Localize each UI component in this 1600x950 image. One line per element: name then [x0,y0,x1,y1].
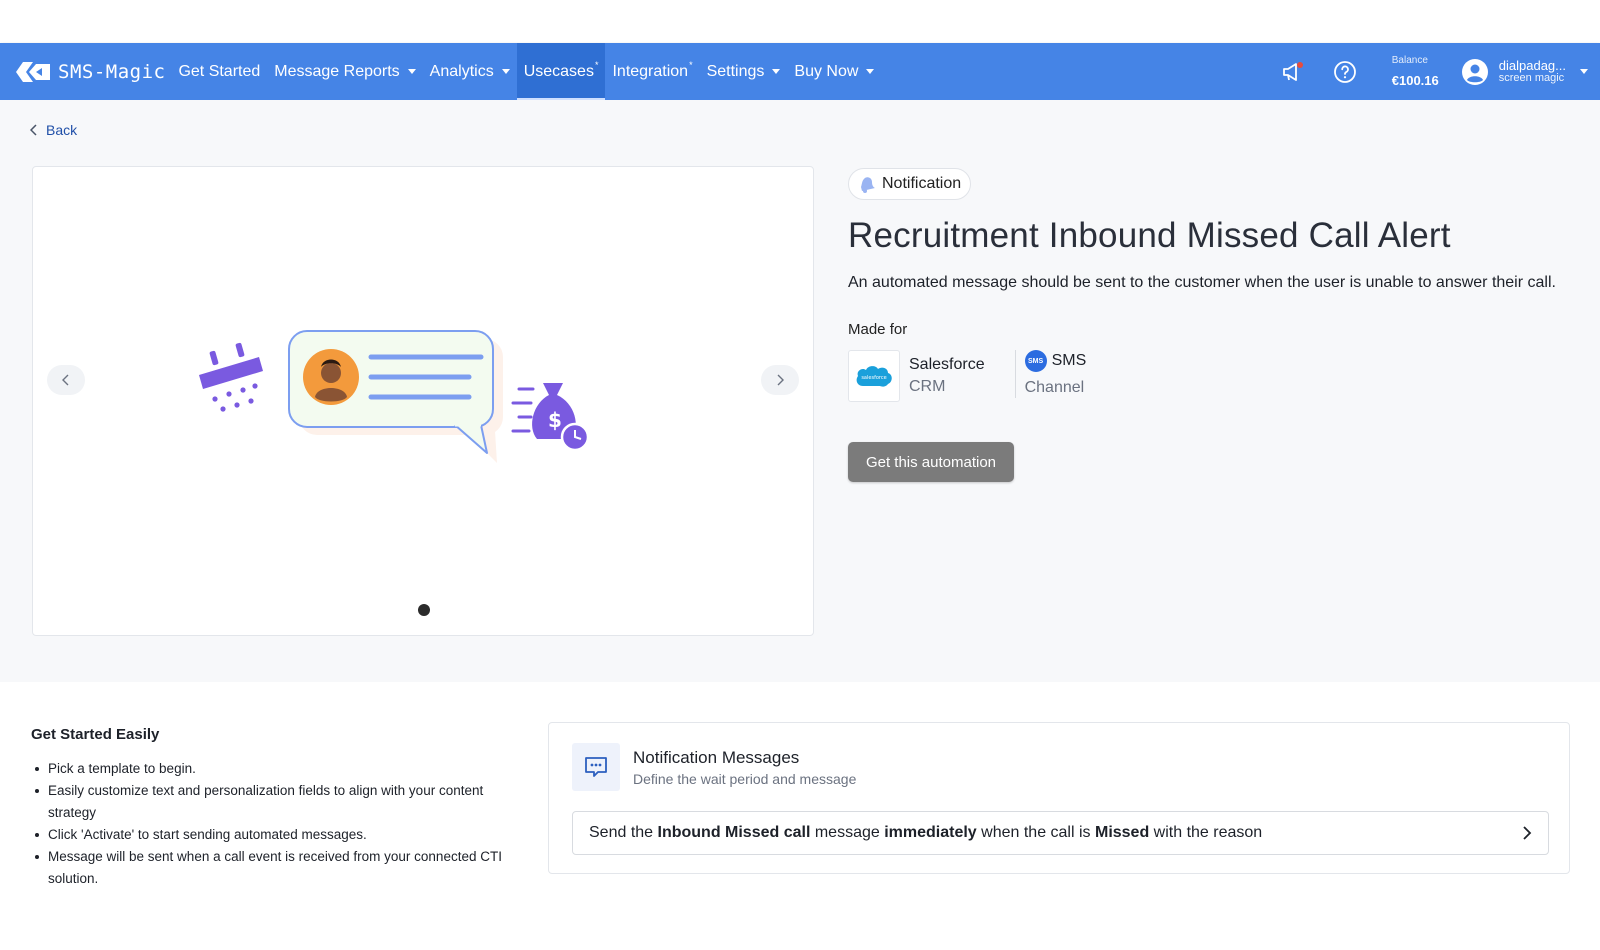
chat-bubble-illustration [288,330,503,463]
carousel-indicator-dot[interactable] [418,604,430,616]
bottom-section: Get Started Easily Pick a template to be… [0,682,1600,950]
list-item: Click 'Activate' to start sending automa… [35,824,528,846]
balance-label: Balance [1391,55,1428,66]
user-avatar-icon [1461,58,1488,85]
top-whitespace [0,0,1600,43]
bell-icon [861,177,875,193]
get-started-title: Get Started Easily [31,726,160,743]
chevron-left-icon [62,374,69,386]
chevron-right-icon [777,374,784,386]
nav-buy-now[interactable]: Buy Now [787,43,881,100]
carousel-prev-button[interactable] [47,365,85,395]
navbar-right: Balance €100.16 dialpadag... screen magi… [1276,43,1600,100]
brand-logo[interactable]: SMS-Magic [14,60,165,84]
calendar-icon [199,342,263,412]
channel-type: Channel [1024,379,1085,396]
chevron-left-icon [30,124,37,136]
message-config-row[interactable]: Send the Inbound Missed call message imm… [572,811,1549,855]
usecase-carousel: $ [32,166,814,636]
nav-get-started[interactable]: Get Started [171,43,267,100]
nav-integration[interactable]: Integration * [605,43,699,100]
list-item: Pick a template to begin. [35,758,528,780]
made-for-list: salesforce Salesforce CRM SMS SMS Channe… [848,350,1568,402]
sms-icon: SMS [1024,350,1047,372]
announcements-button[interactable] [1276,55,1310,89]
nav-analytics[interactable]: Analytics [423,43,517,100]
back-label: Back [46,122,78,138]
user-org: screen magic [1498,71,1565,84]
salesforce-logo-text: salesforce [861,375,886,381]
chevron-down-icon [1580,69,1588,74]
badge-label: Notification [882,175,962,192]
nav-label: Get Started [178,62,261,80]
card-subtitle: Define the wait period and message [633,771,857,787]
row-text-bold: Inbound Missed call [657,824,811,841]
nav-settings[interactable]: Settings [700,43,788,100]
top-navbar: SMS-Magic Get Started Message Reports An… [0,43,1600,100]
user-name: dialpadag... [1498,57,1566,73]
help-button[interactable] [1328,55,1362,89]
balance-value: €100.16 [1391,73,1439,88]
channel-item: SMS SMS Channel [1024,350,1087,402]
main-content: Back $ Notification Recruitment Inbound … [0,100,1600,682]
crm-type: CRM [909,378,946,395]
get-automation-button[interactable]: Get this automation [848,442,1014,482]
back-link[interactable]: Back [30,122,77,138]
balance-display: Balance €100.16 [1392,55,1439,88]
made-for-label: Made for [848,321,908,338]
crm-item: salesforce Salesforce CRM [848,350,985,402]
channel-name: SMS [1051,352,1087,369]
chevron-down-icon [772,69,781,74]
row-text: Send the [589,824,658,841]
list-item: Message will be sent when a call event i… [35,846,528,890]
nav-label: Integration [612,62,689,80]
nav-label: Analytics [429,62,494,80]
new-marker: * [594,59,599,70]
brand-name: SMS-Magic [58,60,166,83]
chevron-down-icon [866,69,875,74]
row-text-bold: Missed [1094,824,1150,841]
category-badge: Notification [848,168,972,200]
divider [1014,350,1016,398]
help-circle-icon [1333,60,1356,83]
get-started-list: Pick a template to begin. Easily customi… [35,758,528,890]
nav-label: Buy Now [794,62,859,80]
row-text: when the call is [976,824,1095,841]
nav-label: Settings [706,62,765,80]
new-marker: * [689,59,693,70]
chevron-right-icon [1523,826,1532,840]
nav-label: Usecases [523,62,594,80]
row-text: with the reason [1149,824,1263,841]
page-description: An automated message should be sent to t… [848,274,1556,291]
nav-message-reports[interactable]: Message Reports [267,43,422,100]
nav-label: Message Reports [274,62,400,80]
row-text-bold: immediately [884,824,977,841]
sms-magic-logo-icon [16,61,50,82]
usecase-details: Notification Recruitment Inbound Missed … [848,168,1568,482]
crm-name: Salesforce [909,356,985,373]
page-title: Recruitment Inbound Missed Call Alert [848,216,1451,255]
salesforce-logo-icon: salesforce [848,350,900,402]
list-item: Easily customize text and personalizatio… [35,780,528,824]
usecase-illustration: $ [199,330,590,463]
notification-messages-card: Notification Messages Define the wait pe… [548,722,1570,874]
row-text: message [810,824,885,841]
money-bag-icon: $ [511,383,590,452]
carousel-next-button[interactable] [761,365,799,395]
megaphone-icon [1282,61,1303,81]
chevron-down-icon [407,69,416,74]
chevron-down-icon [501,69,510,74]
card-title: Notification Messages [633,748,800,767]
user-menu[interactable]: dialpadag... screen magic [1461,58,1588,86]
svg-text:$: $ [548,408,562,432]
nav-usecases[interactable]: Usecases * [516,43,606,100]
message-dots-icon [572,743,620,791]
